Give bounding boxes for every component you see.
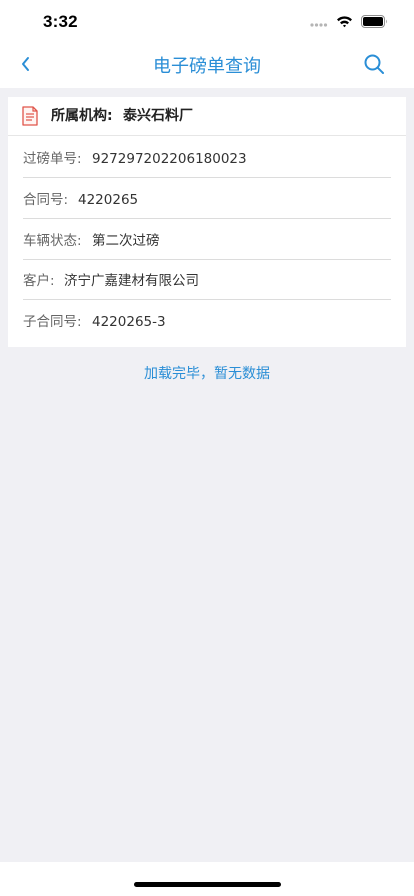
nav-bar: 电子磅单查询 bbox=[0, 44, 414, 88]
document-icon bbox=[22, 106, 38, 126]
field-row-vehicle-status: 车辆状态: 第二次过磅 bbox=[8, 220, 406, 260]
top-area: 3:32 电子磅单查询 bbox=[0, 0, 414, 88]
vehicle-status-value: 第二次过磅 bbox=[92, 233, 160, 249]
page-title: 电子磅单查询 bbox=[153, 56, 261, 77]
field-row-customer: 客户: 济宁广嘉建材有限公司 bbox=[8, 260, 406, 300]
contract-no-value: 4220265 bbox=[78, 192, 139, 208]
row-divider bbox=[23, 218, 391, 219]
customer-label: 客户: bbox=[23, 273, 55, 289]
load-complete-tip: 加载完毕，暂无数据 bbox=[144, 366, 270, 382]
org-value: 泰兴石料厂 bbox=[123, 108, 193, 124]
card-header: 所属机构: 泰兴石料厂 bbox=[8, 97, 406, 136]
bottom-bar bbox=[0, 862, 414, 896]
contract-no-label: 合同号: bbox=[23, 192, 69, 208]
status-time: 3:32 bbox=[43, 12, 78, 31]
vehicle-status-label: 车辆状态: bbox=[23, 233, 82, 249]
field-row-bill-no: 过磅单号: 927297202206180023 bbox=[8, 138, 406, 178]
signal-dots-icon bbox=[310, 13, 328, 32]
row-divider bbox=[23, 299, 391, 300]
sub-contract-no-label: 子合同号: bbox=[23, 314, 82, 330]
sub-contract-no-value: 4220265-3 bbox=[92, 314, 166, 330]
status-icons bbox=[310, 14, 388, 30]
field-row-contract-no: 合同号: 4220265 bbox=[8, 179, 406, 219]
chevron-left-icon bbox=[20, 56, 32, 76]
back-button[interactable] bbox=[14, 54, 38, 78]
customer-value: 济宁广嘉建材有限公司 bbox=[64, 273, 199, 289]
bill-no-value: 927297202206180023 bbox=[92, 151, 247, 167]
weighbill-card[interactable]: 所属机构: 泰兴石料厂 过磅单号: 927297202206180023 合同号… bbox=[8, 97, 406, 347]
wifi-icon bbox=[336, 13, 353, 32]
search-button[interactable] bbox=[362, 54, 386, 78]
search-icon bbox=[363, 53, 385, 79]
bill-no-label: 过磅单号: bbox=[23, 151, 82, 167]
status-bar: 3:32 bbox=[0, 0, 414, 44]
row-divider bbox=[23, 177, 391, 178]
battery-icon bbox=[361, 13, 388, 32]
field-row-sub-contract-no: 子合同号: 4220265-3 bbox=[8, 301, 406, 341]
home-indicator[interactable] bbox=[134, 882, 281, 887]
org-label: 所属机构: bbox=[51, 108, 113, 124]
